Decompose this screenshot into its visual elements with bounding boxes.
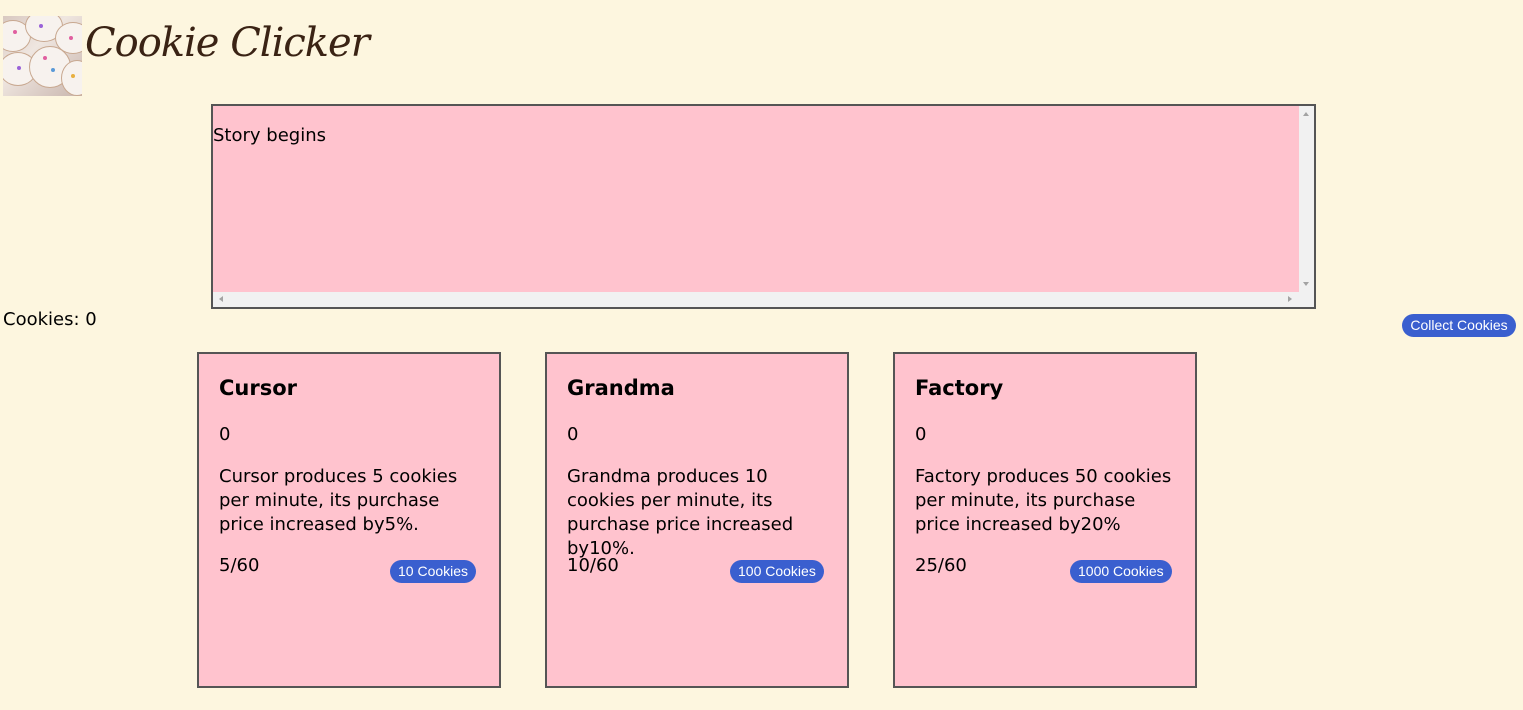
card-owned-count: 0 — [219, 424, 231, 445]
card-grandma: Grandma 0 Grandma produces 10 cookies pe… — [545, 352, 849, 688]
horizontal-scrollbar[interactable] — [213, 292, 1314, 307]
vertical-scrollbar[interactable] — [1299, 106, 1314, 292]
scroll-right-arrow-icon[interactable] — [1288, 296, 1292, 302]
scroll-left-arrow-icon[interactable] — [219, 296, 223, 302]
card-name: Factory — [915, 376, 1004, 400]
card-description: Cursor produces 5 cookies per minute, it… — [219, 466, 458, 535]
card-cursor: Cursor 0 Cursor produces 5 cookies per m… — [197, 352, 501, 688]
card-rate: 5/60 — [219, 555, 260, 576]
card-factory: Factory 0 Factory produces 50 cookies pe… — [893, 352, 1197, 688]
collect-cookies-button[interactable]: Collect Cookies — [1402, 314, 1516, 337]
card-rate: 10/60 — [567, 555, 619, 576]
buy-grandma-button[interactable]: 100 Cookies — [730, 560, 824, 583]
card-owned-count: 0 — [567, 424, 579, 445]
app-title: Cookie Clicker — [85, 20, 370, 66]
card-rate: 25/60 — [915, 555, 967, 576]
story-box[interactable]: Story begins — [211, 104, 1316, 309]
card-name: Cursor — [219, 376, 298, 400]
card-description: Factory produces 50 cookies per minute, … — [915, 466, 1172, 535]
card-description: Grandma produces 10 cookies per minute, … — [567, 466, 794, 559]
card-owned-count: 0 — [915, 424, 927, 445]
story-text: Story begins — [213, 125, 326, 146]
header: Cookie Clicker — [3, 16, 370, 96]
cookies-count: Cookies: 0 — [3, 309, 97, 330]
buy-factory-button[interactable]: 1000 Cookies — [1070, 560, 1172, 583]
scroll-down-arrow-icon[interactable] — [1303, 282, 1309, 286]
scroll-up-arrow-icon[interactable] — [1303, 112, 1309, 116]
buy-cursor-button[interactable]: 10 Cookies — [390, 560, 477, 583]
cookie-logo-icon — [3, 16, 82, 96]
card-name: Grandma — [567, 376, 675, 400]
